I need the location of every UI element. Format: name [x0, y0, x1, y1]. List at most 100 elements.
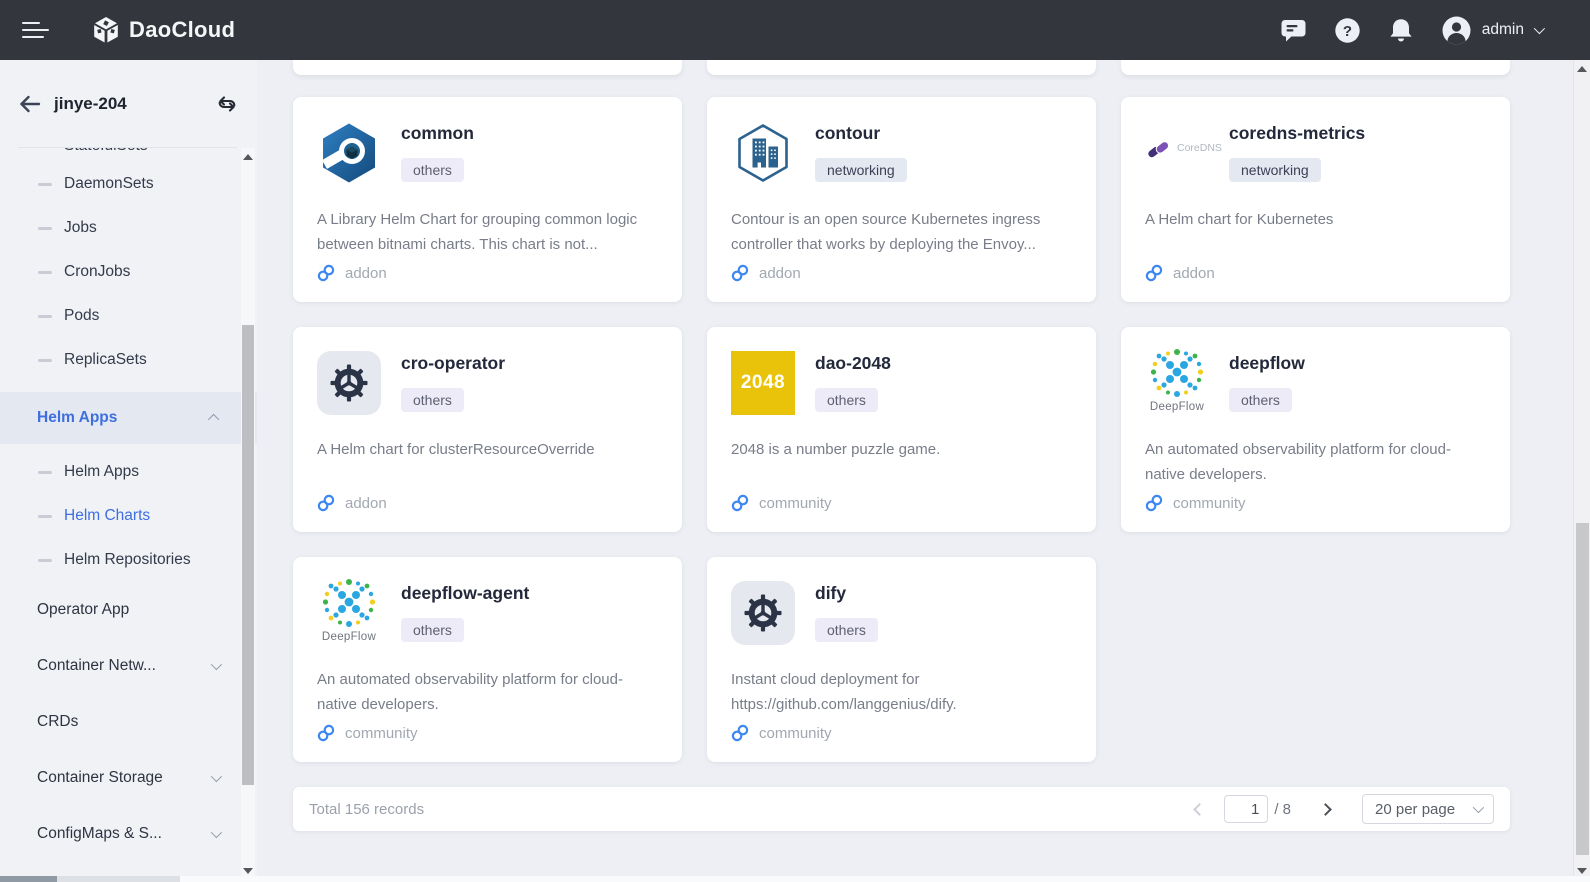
deepflow-logo-icon: DeepFlow [1145, 347, 1209, 413]
chart-description: A Library Helm Chart for grouping common… [317, 207, 658, 257]
link-icon [731, 494, 749, 512]
category-tag: others [815, 618, 878, 642]
back-button[interactable] [18, 94, 42, 114]
brand-name: DaoCloud [129, 17, 235, 43]
page-scrollbar[interactable] [1573, 60, 1590, 882]
sidebar-item-label: Helm Repositories [64, 551, 191, 569]
link-icon [1145, 264, 1163, 282]
chart-card-cro-operator[interactable]: cro-operator others A Helm chart for clu… [293, 327, 682, 532]
chart-card-dao-2048[interactable]: 2048 dao-2048 others 2048 is a number pu… [707, 327, 1096, 532]
pagination-bar: Total 156 records / 8 20 per page [293, 787, 1510, 831]
sidebar-item-statefulsets[interactable]: StatefulSets [0, 148, 257, 162]
chevron-down-icon [1473, 802, 1484, 813]
scrollbar-thumb[interactable] [1576, 523, 1589, 855]
category-tag: others [401, 158, 464, 182]
card-row: common others A Library Helm Chart for g… [293, 97, 1573, 302]
chart-card-coredns-metrics[interactable]: CoreDNS coredns-metrics networking A Hel… [1121, 97, 1510, 302]
scroll-up-arrow[interactable] [243, 154, 253, 160]
chart-name: dao-2048 [815, 351, 891, 375]
sidebar-item-label: ConfigMaps & S... [37, 825, 162, 843]
chevron-down-icon [1534, 23, 1545, 34]
sidebar-group-helm-apps[interactable]: Helm Apps [0, 392, 257, 444]
brand-logo[interactable]: DaoCloud [92, 16, 235, 44]
repo-source: community [759, 725, 832, 742]
total-records: Total 156 records [309, 801, 424, 818]
sidebar-item-cronjobs[interactable]: CronJobs [0, 250, 257, 294]
sidebar-item-label-active: Helm Charts [64, 507, 150, 525]
deepflow-logo-text: DeepFlow [317, 631, 381, 643]
scroll-down-arrow[interactable] [243, 868, 253, 874]
chart-card-common[interactable]: common others A Library Helm Chart for g… [293, 97, 682, 302]
chart-name: dify [815, 581, 878, 605]
scroll-down-arrow[interactable] [1577, 868, 1587, 874]
sidebar-item-label: Helm Apps [64, 463, 139, 481]
chat-icon[interactable] [1280, 17, 1307, 43]
sidebar-item-crds[interactable]: CRDs [0, 694, 257, 750]
coredns-logo-icon: CoreDNS [1145, 135, 1235, 161]
prev-page-button[interactable] [1193, 803, 1206, 816]
repo-source: community [759, 495, 832, 512]
sidebar-item-container-storage[interactable]: Container Storage [0, 750, 257, 806]
sidebar-item-replicasets[interactable]: ReplicaSets [0, 338, 257, 382]
link-icon [731, 724, 749, 742]
sidebar-item-operator-app[interactable]: Operator App [0, 582, 257, 638]
category-tag: others [401, 388, 464, 412]
sidebar-item-pods[interactable]: Pods [0, 294, 257, 338]
sidebar-item-helm-charts[interactable]: Helm Charts [0, 494, 257, 538]
chart-card-dify[interactable]: dify others Instant cloud deployment for… [707, 557, 1096, 762]
page-count: / 8 [1274, 801, 1291, 818]
sidebar-group-label: Helm Apps [37, 409, 117, 427]
chart-description: 2048 is a number puzzle game. [731, 437, 1072, 462]
repo-source: addon [345, 265, 387, 282]
horizontal-scrollbar[interactable] [0, 876, 1590, 882]
sidebar-item-label: StatefulSets [64, 148, 148, 155]
sidebar-item-label: Container Netw... [37, 657, 156, 675]
scroll-up-arrow[interactable] [1577, 66, 1587, 72]
scrollbar-track [57, 876, 180, 882]
refresh-icon [215, 93, 239, 115]
cluster-name: jinye-204 [54, 94, 127, 114]
chart-description: An automated observability platform for … [317, 667, 658, 717]
sidebar-item-configmaps[interactable]: ConfigMaps & S... [0, 806, 257, 862]
scrollbar-thumb[interactable] [242, 325, 254, 785]
chart-description: An automated observability platform for … [1145, 437, 1486, 487]
deepflow-logo-text: DeepFlow [1145, 401, 1209, 413]
gear-icon [731, 581, 795, 645]
bitnami-logo-icon [317, 121, 381, 185]
repo-source: addon [345, 495, 387, 512]
chevron-down-icon [211, 659, 222, 670]
sidebar-header: jinye-204 [0, 60, 257, 148]
refresh-button[interactable] [215, 93, 239, 115]
card-row: cro-operator others A Helm chart for clu… [293, 327, 1573, 532]
sidebar-item-label: Container Storage [37, 769, 163, 787]
sidebar-item-jobs[interactable]: Jobs [0, 206, 257, 250]
coredns-logo-text: CoreDNS [1177, 142, 1222, 154]
bell-icon[interactable] [1388, 17, 1414, 44]
link-icon [317, 264, 335, 282]
category-tag: others [1229, 388, 1292, 412]
sidebar-item-helm-apps[interactable]: Helm Apps [0, 450, 257, 494]
deepflow-logo-icon: DeepFlow [317, 577, 381, 643]
repo-source: addon [1173, 265, 1215, 282]
menu-icon[interactable] [22, 17, 50, 43]
chart-card-deepflow[interactable]: DeepFlow deepflow others An automated ob… [1121, 327, 1510, 532]
chart-description: A Helm chart for Kubernetes [1145, 207, 1486, 232]
repo-source: addon [759, 265, 801, 282]
sidebar-item-container-network[interactable]: Container Netw... [0, 638, 257, 694]
sidebar-item-helm-repositories[interactable]: Helm Repositories [0, 538, 257, 582]
user-menu[interactable]: admin [1441, 15, 1542, 46]
next-page-button[interactable] [1319, 803, 1332, 816]
sidebar-scrollbar[interactable] [241, 148, 255, 882]
clipped-card [707, 60, 1096, 75]
page-size-select[interactable]: 20 per page [1362, 794, 1494, 824]
link-icon [1145, 494, 1163, 512]
page-number-input[interactable] [1224, 795, 1268, 823]
card-row: DeepFlow deepflow-agent others An automa… [293, 557, 1573, 762]
sidebar-item-label: DaemonSets [64, 175, 154, 193]
chart-card-deepflow-agent[interactable]: DeepFlow deepflow-agent others An automa… [293, 557, 682, 762]
sidebar-item-label: Pods [64, 307, 99, 325]
scrollbar-thumb[interactable] [0, 876, 57, 882]
sidebar-item-daemonsets[interactable]: DaemonSets [0, 162, 257, 206]
chart-card-contour[interactable]: contour networking Contour is an open so… [707, 97, 1096, 302]
help-icon[interactable]: ? [1334, 17, 1361, 44]
